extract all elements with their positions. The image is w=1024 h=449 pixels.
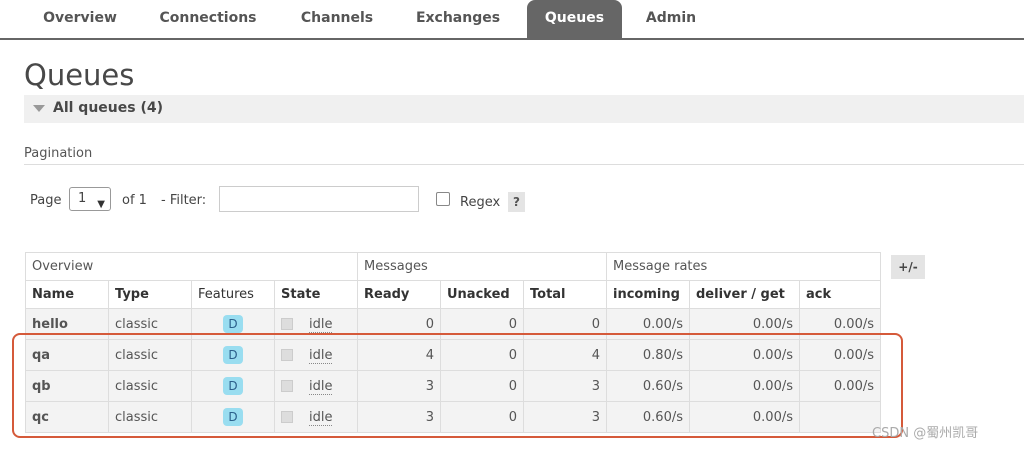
regex-help-button[interactable]: ? (508, 192, 525, 212)
queue-unacked: 0 (440, 401, 524, 433)
filter-label: - Filter: (161, 193, 207, 208)
pagination-divider (24, 164, 1024, 165)
queue-name-link[interactable]: qc (25, 401, 109, 433)
regex-checkbox[interactable] (436, 192, 450, 206)
rate-incoming: 0.60/s (606, 370, 690, 402)
queue-total: 0 (523, 308, 607, 340)
queue-ready: 3 (357, 370, 441, 402)
tab-connections[interactable]: Connections (150, 0, 266, 38)
group-message-rates: Message rates (606, 252, 881, 281)
queue-state: idle (274, 339, 358, 371)
state-indicator-icon (281, 411, 293, 423)
col-deliver-get[interactable]: deliver / get (689, 280, 800, 309)
durable-badge: D (223, 315, 243, 333)
col-name[interactable]: Name (25, 280, 109, 309)
col-ack[interactable]: ack (799, 280, 881, 309)
queue-type: classic (108, 370, 192, 402)
durable-badge: D (223, 408, 243, 426)
group-overview: Overview (25, 252, 358, 281)
rate-ack: 0.00/s (799, 308, 881, 340)
page-count-label: of 1 (122, 193, 147, 208)
page-label: Page (30, 193, 62, 208)
col-features: Features (191, 280, 275, 309)
filter-input[interactable] (219, 186, 419, 212)
chevron-down-icon: ▼ (97, 199, 105, 210)
queue-name-link[interactable]: qb (25, 370, 109, 402)
rate-ack (799, 401, 881, 433)
state-indicator-icon (281, 318, 293, 330)
tab-exchanges[interactable]: Exchanges (405, 0, 511, 38)
tab-overview[interactable]: Overview (24, 0, 136, 38)
all-queues-section-toggle[interactable]: All queues (4) (24, 95, 1024, 123)
pagination-label: Pagination (24, 146, 93, 161)
group-messages: Messages (357, 252, 607, 281)
col-type[interactable]: Type (108, 280, 192, 309)
queue-features: D (191, 370, 275, 402)
queue-type: classic (108, 308, 192, 340)
watermark: CSDN @蜀州凯哥 (872, 426, 979, 441)
col-total[interactable]: Total (523, 280, 607, 309)
page-select[interactable]: 1 ▼ (69, 187, 111, 211)
rate-deliver-get: 0.00/s (689, 401, 800, 433)
col-unacked[interactable]: Unacked (440, 280, 524, 309)
regex-label: Regex (460, 195, 501, 210)
rate-incoming: 0.60/s (606, 401, 690, 433)
state-indicator-icon (281, 380, 293, 392)
top-nav: Overview Connections Channels Exchanges … (0, 0, 1024, 40)
columns-toggle-button[interactable]: +/- (891, 255, 925, 279)
queue-total: 3 (523, 370, 607, 402)
rate-ack: 0.00/s (799, 339, 881, 371)
queue-state: idle (274, 370, 358, 402)
queue-unacked: 0 (440, 370, 524, 402)
queue-type: classic (108, 401, 192, 433)
col-incoming[interactable]: incoming (606, 280, 690, 309)
queue-features: D (191, 308, 275, 340)
table-row[interactable]: qc classic D idle 3 0 3 0.60/s 0.00/s (25, 401, 881, 433)
table-group-header: Overview Messages Message rates (25, 252, 881, 281)
queue-name-link[interactable]: qa (25, 339, 109, 371)
queue-total: 3 (523, 401, 607, 433)
queues-table: Overview Messages Message rates Name Typ… (25, 252, 881, 433)
rate-ack: 0.00/s (799, 370, 881, 402)
tab-channels[interactable]: Channels (290, 0, 384, 38)
table-column-header: Name Type Features State Ready Unacked T… (25, 280, 881, 309)
col-ready[interactable]: Ready (357, 280, 441, 309)
queue-ready: 3 (357, 401, 441, 433)
rate-deliver-get: 0.00/s (689, 370, 800, 402)
page-title: Queues (24, 58, 135, 92)
queue-ready: 0 (357, 308, 441, 340)
queue-type: classic (108, 339, 192, 371)
table-row[interactable]: hello classic D idle 0 0 0 0.00/s 0.00/s… (25, 308, 881, 340)
page-select-value: 1 (78, 191, 87, 206)
durable-badge: D (223, 346, 243, 364)
col-state[interactable]: State (274, 280, 358, 309)
queue-state: idle (274, 308, 358, 340)
tab-admin[interactable]: Admin (635, 0, 707, 38)
tab-queues[interactable]: Queues (527, 0, 622, 38)
durable-badge: D (223, 377, 243, 395)
queue-state: idle (274, 401, 358, 433)
table-row[interactable]: qa classic D idle 4 0 4 0.80/s 0.00/s 0.… (25, 339, 881, 371)
queue-features: D (191, 401, 275, 433)
rate-deliver-get: 0.00/s (689, 339, 800, 371)
queue-features: D (191, 339, 275, 371)
section-title: All queues (4) (53, 100, 163, 116)
table-row[interactable]: qb classic D idle 3 0 3 0.60/s 0.00/s 0.… (25, 370, 881, 402)
state-indicator-icon (281, 349, 293, 361)
collapse-arrow-icon (33, 105, 45, 112)
rate-incoming: 0.80/s (606, 339, 690, 371)
queue-unacked: 0 (440, 308, 524, 340)
rate-deliver-get: 0.00/s (689, 308, 800, 340)
queue-ready: 4 (357, 339, 441, 371)
rate-incoming: 0.00/s (606, 308, 690, 340)
queue-total: 4 (523, 339, 607, 371)
queue-unacked: 0 (440, 339, 524, 371)
queue-name-link[interactable]: hello (25, 308, 109, 340)
